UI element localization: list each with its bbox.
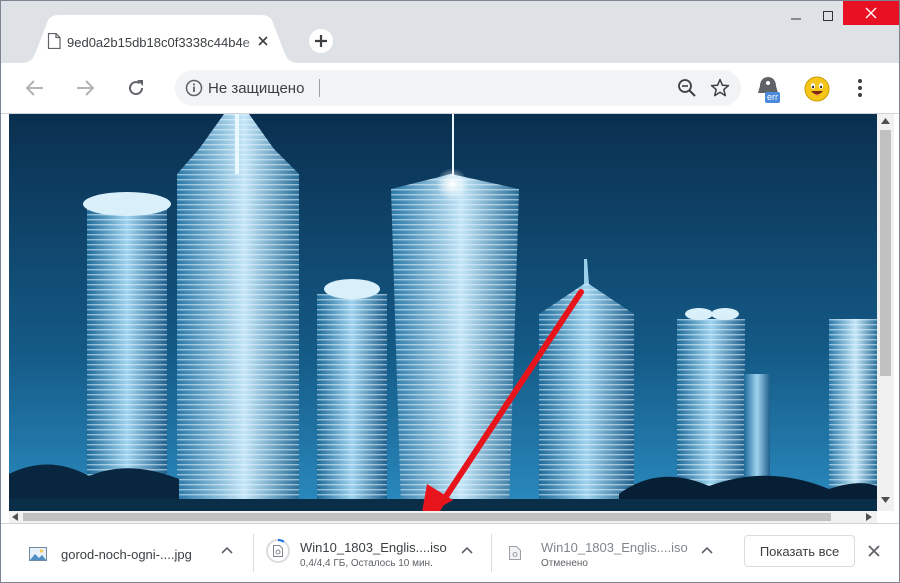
omnibox[interactable]: Не защищено — [175, 70, 741, 106]
download-filename: Win10_1803_Englis....iso — [541, 540, 688, 555]
tab-active[interactable]: 9ed0a2b15db18c0f3338c44b4e — [21, 15, 299, 63]
maximize-button[interactable] — [813, 1, 843, 31]
download-filename: gorod-noch-ogni-....jpg — [61, 547, 192, 562]
horizontal-scroll-thumb[interactable] — [23, 513, 831, 521]
chevron-up-icon[interactable] — [461, 546, 473, 554]
image-file-icon — [29, 547, 47, 561]
info-icon[interactable] — [185, 79, 203, 97]
city-night-image — [9, 114, 877, 511]
close-window-button[interactable] — [843, 1, 899, 25]
close-icon[interactable] — [867, 544, 881, 558]
browser-window: 9ed0a2b15db18c0f3338c44b4e Не защищено e… — [0, 0, 900, 583]
toolbar: Не защищено err — [1, 63, 899, 114]
emoji-extension-icon[interactable] — [804, 76, 830, 102]
back-button[interactable] — [23, 76, 47, 100]
page-content[interactable] — [9, 114, 877, 511]
download-item[interactable]: Win10_1803_Englis....iso Отменено — [509, 524, 725, 582]
zoom-out-icon[interactable] — [677, 78, 697, 98]
download-status: Отменено — [541, 558, 588, 569]
security-status-text[interactable]: Не защищено — [208, 80, 304, 97]
download-status: 0,4/4,4 ГБ, Осталось 10 мин. — [300, 558, 433, 569]
new-tab-button[interactable] — [309, 29, 333, 53]
star-icon[interactable] — [710, 78, 730, 98]
document-icon — [47, 33, 61, 49]
disc-file-icon — [273, 545, 283, 557]
close-icon — [865, 7, 877, 19]
arrow-left-icon — [25, 80, 43, 96]
horizontal-scrollbar[interactable] — [9, 511, 877, 523]
vertical-scrollbar[interactable] — [877, 114, 894, 511]
scroll-up-arrow-icon[interactable] — [881, 118, 890, 124]
download-shelf: gorod-noch-ogni-....jpg Win10_1803_Engli… — [1, 523, 899, 582]
more-vert-icon[interactable] — [856, 78, 864, 98]
minimize-button[interactable] — [781, 1, 811, 31]
close-icon — [258, 36, 268, 46]
download-item[interactable]: Win10_1803_Englis....iso 0,4/4,4 ГБ, Ост… — [265, 524, 481, 582]
arrow-right-icon — [77, 80, 95, 96]
download-separator — [253, 534, 254, 572]
reload-icon — [129, 80, 144, 96]
maximize-icon — [823, 11, 833, 21]
forward-button[interactable] — [73, 76, 97, 100]
show-all-downloads-button[interactable]: Показать все — [744, 535, 855, 567]
tab-title: 9ed0a2b15db18c0f3338c44b4e — [67, 35, 250, 50]
plus-icon — [315, 35, 327, 47]
download-item[interactable]: gorod-noch-ogni-....jpg — [29, 524, 245, 582]
file-icon — [509, 546, 521, 560]
chevron-up-icon[interactable] — [221, 546, 233, 554]
chevron-up-icon[interactable] — [701, 546, 713, 554]
download-filename: Win10_1803_Englis....iso — [300, 540, 447, 555]
download-separator — [491, 534, 492, 572]
omnibox-divider — [319, 79, 320, 97]
scroll-right-arrow-icon[interactable] — [866, 513, 872, 521]
vertical-scroll-thumb[interactable] — [880, 130, 891, 376]
minimize-icon — [791, 18, 801, 20]
reload-button[interactable] — [124, 76, 148, 100]
scroll-left-arrow-icon[interactable] — [12, 513, 18, 521]
extension-badge: err — [765, 92, 780, 103]
tab-close-button[interactable] — [255, 33, 271, 49]
tab-strip: 9ed0a2b15db18c0f3338c44b4e — [1, 1, 899, 63]
scroll-down-arrow-icon[interactable] — [881, 497, 890, 503]
